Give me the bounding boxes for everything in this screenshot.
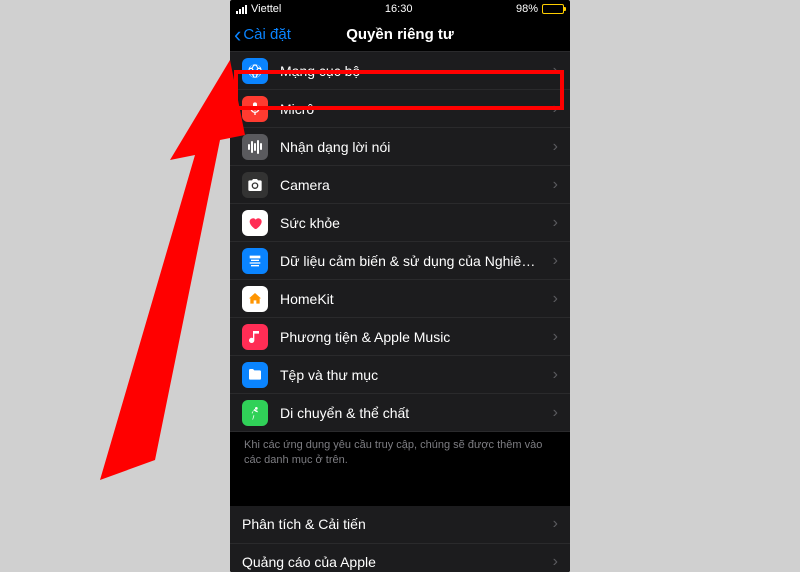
chevron-left-icon: ‹ [234, 24, 241, 46]
row-label: Dữ liệu cảm biến & sử dụng của Nghiê… [280, 253, 553, 269]
nav-bar: ‹ Cài đặt Quyền riêng tư [230, 18, 570, 52]
phone-frame: Viettel 16:30 98% ‹ Cài đặt Quyền riêng … [230, 0, 570, 572]
annotation-arrow-icon [30, 40, 260, 520]
row-label: Micrô [280, 101, 553, 117]
chevron-right-icon: › [553, 214, 558, 232]
microphone-icon [242, 96, 268, 122]
settings-list: Mạng cục bộ › Micrô › Nhận dạng lời nói … [230, 52, 570, 572]
chevron-right-icon: › [553, 515, 558, 533]
section-footer: Khi các ứng dụng yêu cầu truy cập, chúng… [230, 432, 570, 482]
chevron-right-icon: › [553, 553, 558, 571]
row-label: Camera [280, 177, 553, 193]
chevron-right-icon: › [553, 138, 558, 156]
row-media-apple-music[interactable]: Phương tiện & Apple Music › [230, 318, 570, 356]
chevron-right-icon: › [553, 404, 558, 422]
row-label: Sức khỏe [280, 215, 553, 231]
waveform-icon [242, 134, 268, 160]
row-label: Tệp và thư mục [280, 367, 553, 383]
row-label: Nhận dạng lời nói [280, 139, 553, 155]
battery-icon [542, 4, 564, 14]
row-label: Phương tiện & Apple Music [280, 329, 553, 345]
row-motion-fitness[interactable]: Di chuyển & thể chất › [230, 394, 570, 432]
folder-icon [242, 362, 268, 388]
row-health[interactable]: Sức khỏe › [230, 204, 570, 242]
chevron-right-icon: › [553, 100, 558, 118]
row-files-folders[interactable]: Tệp và thư mục › [230, 356, 570, 394]
row-label: Quảng cáo của Apple [242, 554, 553, 570]
chevron-right-icon: › [553, 62, 558, 80]
chevron-right-icon: › [553, 328, 558, 346]
row-local-network[interactable]: Mạng cục bộ › [230, 52, 570, 90]
home-icon [242, 286, 268, 312]
chevron-right-icon: › [553, 252, 558, 270]
clock: 16:30 [385, 3, 413, 15]
row-label: HomeKit [280, 291, 553, 307]
heart-icon [242, 210, 268, 236]
status-bar: Viettel 16:30 98% [230, 0, 570, 18]
chevron-right-icon: › [553, 366, 558, 384]
camera-icon [242, 172, 268, 198]
row-homekit[interactable]: HomeKit › [230, 280, 570, 318]
row-speech-recognition[interactable]: Nhận dạng lời nói › [230, 128, 570, 166]
globe-icon [242, 58, 268, 84]
row-label: Mạng cục bộ [280, 63, 553, 79]
row-label: Di chuyển & thể chất [280, 405, 553, 421]
row-camera[interactable]: Camera › [230, 166, 570, 204]
row-microphone[interactable]: Micrô › [230, 90, 570, 128]
back-label: Cài đặt [243, 26, 291, 43]
music-note-icon [242, 324, 268, 350]
chevron-right-icon: › [553, 290, 558, 308]
carrier-label: Viettel [251, 3, 281, 15]
signal-icon [236, 5, 247, 14]
running-icon [242, 400, 268, 426]
row-label: Phân tích & Cải tiến [242, 516, 553, 532]
row-analytics[interactable]: Phân tích & Cải tiến › [230, 506, 570, 544]
back-button[interactable]: ‹ Cài đặt [234, 24, 291, 46]
row-research-sensor[interactable]: Dữ liệu cảm biến & sử dụng của Nghiê… › [230, 242, 570, 280]
battery-percent: 98% [516, 3, 538, 15]
row-apple-advertising[interactable]: Quảng cáo của Apple › [230, 544, 570, 572]
page-title: Quyền riêng tư [346, 26, 454, 43]
section-gap [230, 482, 570, 506]
chevron-right-icon: › [553, 176, 558, 194]
sensor-icon [242, 248, 268, 274]
